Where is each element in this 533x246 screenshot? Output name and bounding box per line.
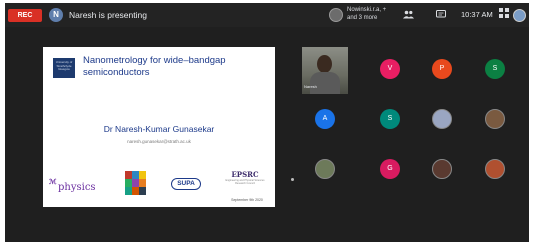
participant-avatar-photo[interactable] — [315, 159, 335, 179]
university-logo: University of Strathclyde Glasgow — [53, 58, 75, 78]
participant-avatar — [329, 8, 343, 22]
participant-avatar-photo[interactable] — [485, 159, 505, 179]
participant-video-tile[interactable]: Naresh — [302, 47, 348, 94]
physics-logo-mark: ℳ — [49, 177, 57, 186]
participant-avatar-initial[interactable]: G — [380, 159, 400, 179]
layout-grid-icon[interactable] — [499, 8, 509, 18]
participant-avatar-photo[interactable] — [432, 159, 452, 179]
slide-author: Dr Naresh-Kumar Gunasekar — [103, 124, 215, 134]
physics-logo: ℳ physics — [49, 175, 96, 195]
participant-avatar-photo[interactable] — [432, 109, 452, 129]
chat-icon[interactable] — [436, 10, 446, 21]
slide-title: Nanometrology for wide–bandgap semicondu… — [83, 55, 226, 78]
participants-summary: Nowinski.r.a, + and 3 more — [347, 7, 387, 21]
top-bar: REC N Naresh is presenting Nowinski.r.a,… — [5, 3, 529, 27]
epsrc-logo-subtitle: Engineering and Physical Sciences Resear… — [225, 179, 265, 185]
video-person-head — [317, 55, 332, 73]
participant-avatar-photo[interactable] — [485, 109, 505, 129]
slide-email: naresh.gunasekar@strath.ac.uk — [127, 139, 191, 144]
recording-badge: REC — [8, 9, 42, 22]
pagination-dot — [291, 178, 294, 181]
meet-window: REC N Naresh is presenting Nowinski.r.a,… — [5, 3, 529, 242]
presenter-avatar: N — [49, 8, 63, 22]
institution-logo — [125, 171, 147, 195]
physics-logo-word: physics — [58, 182, 96, 193]
participant-avatar-initial[interactable]: V — [380, 59, 400, 79]
slide-date: September 9th 2020 — [231, 198, 263, 202]
participant-avatar-initial[interactable]: P — [432, 59, 452, 79]
participant-avatar-initial[interactable]: S — [485, 59, 505, 79]
epsrc-logo: EPSRC Engineering and Physical Sciences … — [221, 171, 269, 189]
participant-name: Naresh — [304, 84, 317, 89]
supa-logo: SUPA — [171, 178, 201, 190]
user-avatar[interactable] — [513, 9, 526, 22]
participant-avatar-initial[interactable]: S — [380, 109, 400, 129]
people-icon[interactable] — [403, 10, 414, 21]
presenting-status: Naresh is presenting — [69, 10, 147, 20]
epsrc-logo-word: EPSRC — [231, 170, 259, 179]
participant-avatar-initial[interactable]: A — [315, 109, 335, 129]
presentation-slide: University of Strathclyde Glasgow Nanome… — [43, 47, 275, 207]
video-person-body — [310, 72, 340, 94]
clock: 10:37 AM — [461, 10, 493, 19]
